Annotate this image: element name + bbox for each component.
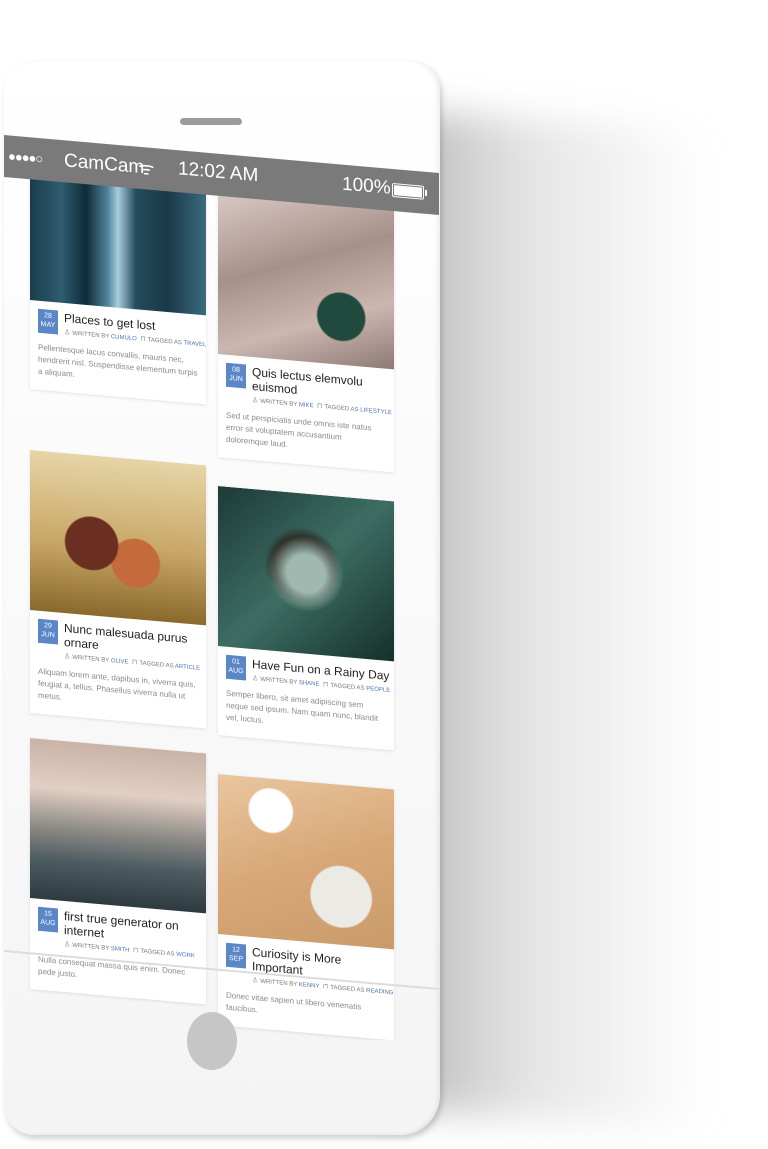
bookmark-icon: ⊓ — [132, 946, 139, 955]
author-link[interactable]: OLIVE — [111, 658, 129, 666]
carrier-name: CamCam — [64, 150, 145, 179]
post-image[interactable] — [218, 486, 394, 662]
user-icon: ♙ — [64, 940, 71, 949]
user-icon: ♙ — [64, 652, 71, 661]
tag-link[interactable]: LIFESTYLE — [360, 407, 392, 416]
user-icon: ♙ — [252, 396, 259, 405]
post-card[interactable]: 08 JUN Quis lectus elemvolu euismod ♙ WRIT… — [218, 194, 394, 473]
tag-link[interactable]: READING — [366, 988, 393, 996]
speaker-grille — [180, 118, 242, 125]
post-excerpt: Aliquam lorem ante, dapibus in, viverra … — [38, 666, 196, 702]
date-badge: 12 SEP — [226, 942, 246, 969]
author-link[interactable]: SMITH — [111, 946, 130, 954]
date-badge: 01 AUG — [226, 654, 246, 681]
post-excerpt: Semper libero, sit amet adipiscing sem n… — [226, 688, 379, 726]
post-card[interactable]: 01 AUG Have Fun on a Rainy Day ♙ WRITTEN B… — [218, 486, 394, 751]
post-card[interactable]: 12 SEP Curiosity is More Important ♙ WRITT… — [218, 774, 394, 1040]
user-icon: ♙ — [252, 976, 259, 985]
post-excerpt: Sed ut perspiciatis unde omnis iste natu… — [226, 410, 372, 450]
tag-link[interactable]: TRAVEL — [183, 340, 206, 348]
battery-icon — [392, 182, 427, 200]
author-link[interactable]: CUMULO — [111, 334, 137, 342]
clock: 12:02 AM — [178, 158, 259, 187]
user-icon: ♙ — [252, 674, 259, 683]
post-card[interactable]: 28 MAY Places to get lost ♙ WRITTEN BY CUM… — [30, 160, 206, 405]
post-image[interactable] — [30, 450, 206, 626]
tag-link[interactable]: PEOPLE — [366, 686, 390, 694]
author-link[interactable]: KENNY — [299, 982, 320, 990]
post-image[interactable] — [218, 194, 394, 370]
user-icon: ♙ — [64, 328, 71, 337]
bookmark-icon: ⊓ — [322, 681, 329, 689]
bookmark-icon: ⊓ — [322, 983, 329, 991]
author-link[interactable]: SHANE — [299, 680, 320, 688]
battery-percent: 100% — [342, 173, 391, 199]
bookmark-icon: ⊓ — [316, 402, 323, 411]
post-image[interactable] — [30, 738, 206, 914]
bookmark-icon: ⊓ — [131, 658, 138, 667]
post-image[interactable] — [218, 774, 394, 950]
post-card[interactable]: 29 JUN Nunc malesuada purus ornare ♙ WRITT… — [30, 450, 206, 729]
tag-link[interactable]: WORK — [176, 952, 195, 960]
post-excerpt: Donec vitae sapien ut libero venenatis f… — [226, 990, 362, 1015]
wifi-icon: ᯤ — [138, 157, 155, 180]
post-excerpt: Pellentesque lacus convallis, mauris nec… — [38, 342, 198, 379]
date-badge: 15 AUG — [38, 906, 58, 933]
tag-link[interactable]: ARTICLE — [175, 664, 200, 672]
date-badge: 08 JUN — [226, 362, 246, 389]
blog-grid: 28 MAY Places to get lost ♙ WRITTEN BY CUM… — [20, 160, 420, 1040]
bookmark-icon: ⊓ — [140, 335, 146, 344]
signal-strength-icon: ●●●●○ — [8, 148, 43, 167]
date-badge: 29 JUN — [38, 618, 58, 645]
date-badge: 28 MAY — [38, 308, 58, 335]
author-link[interactable]: MIKE — [299, 402, 314, 409]
home-button[interactable] — [187, 1012, 237, 1070]
